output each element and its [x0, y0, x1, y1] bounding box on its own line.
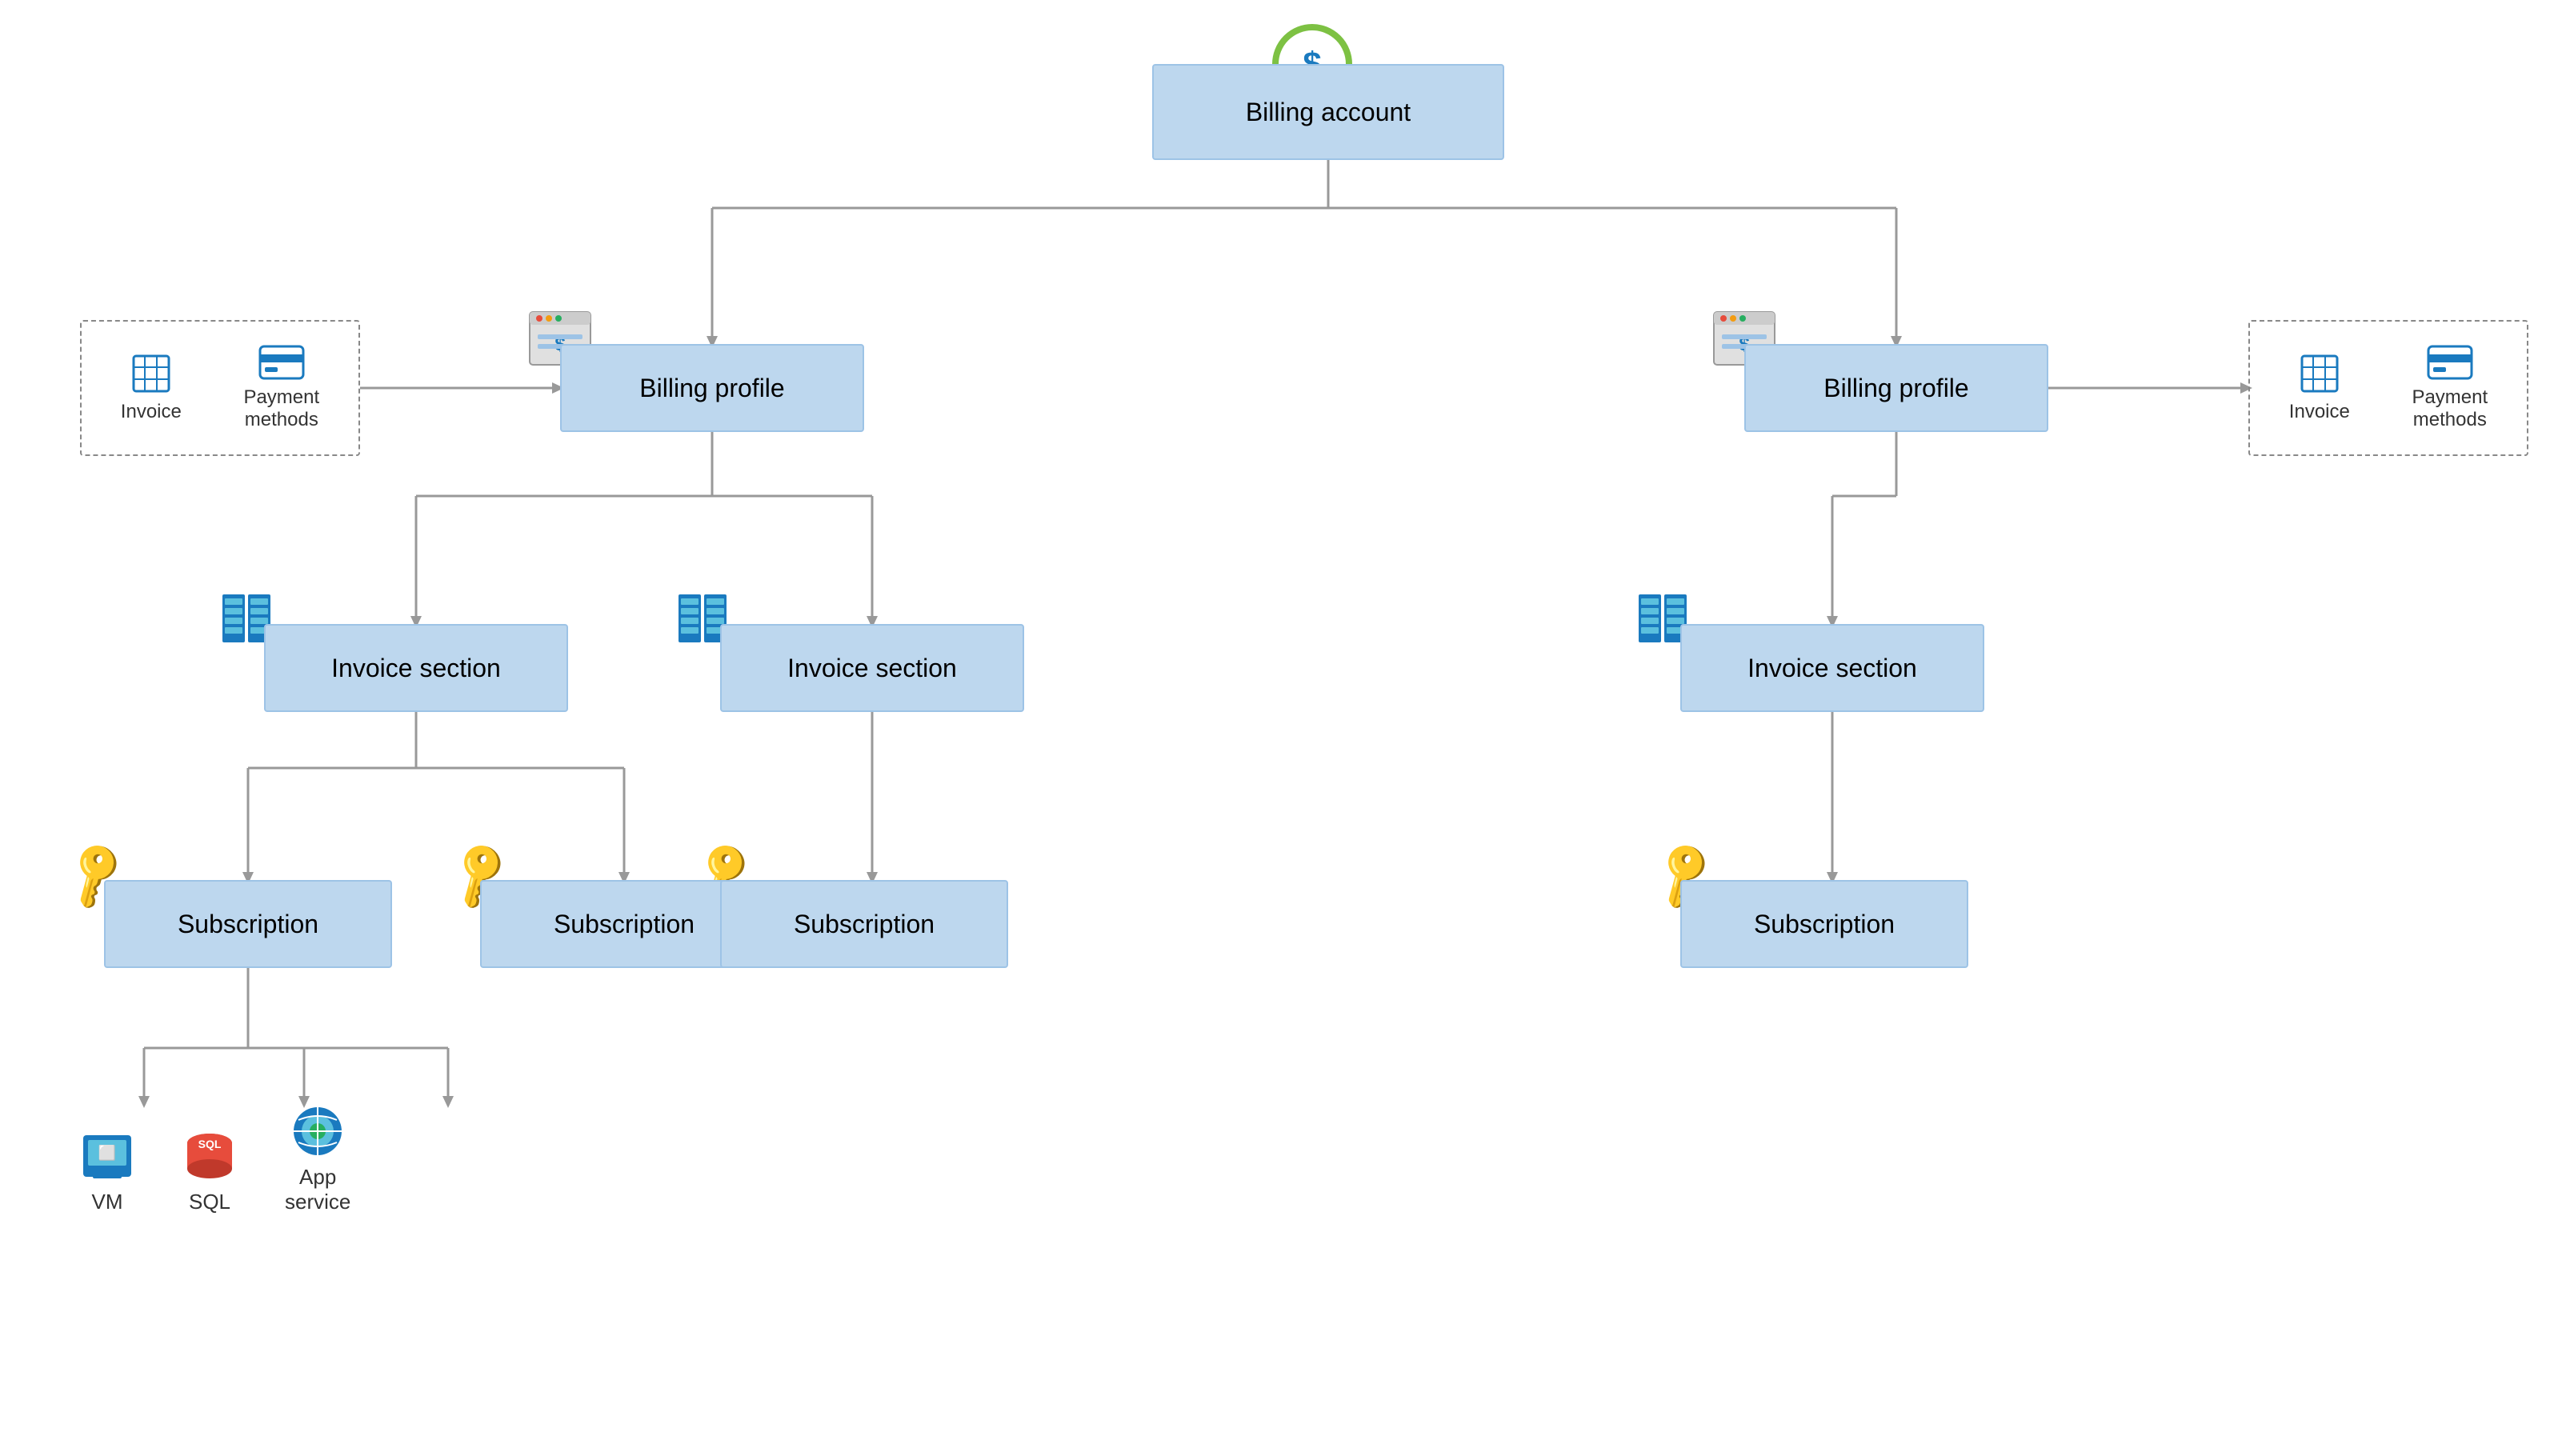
svg-text:⬜: ⬜: [98, 1144, 116, 1161]
invoice-label-right: Invoice: [2289, 401, 2350, 423]
billing-account-label: Billing account: [1246, 98, 1411, 127]
invoice-label-left: Invoice: [121, 401, 182, 423]
billing-profile-left-label: Billing profile: [639, 374, 784, 403]
invoice-item-right: Invoice: [2289, 353, 2350, 423]
invoice-section-3-node: Invoice section: [1680, 624, 1984, 712]
vm-label: VM: [92, 1190, 123, 1214]
app-service-resource: Appservice: [285, 1104, 350, 1214]
invoice-section-2-node: Invoice section: [720, 624, 1024, 712]
dashed-box-left: Invoice Paymentmethods: [80, 320, 360, 456]
subscription-3-label: Subscription: [794, 910, 935, 939]
billing-profile-right-label: Billing profile: [1823, 374, 1968, 403]
payment-item-right: Paymentmethods: [2412, 345, 2488, 431]
invoice-section-1-label: Invoice section: [331, 654, 501, 683]
resource-icons-group: ⬜ VM SQL SQL: [80, 1104, 350, 1214]
sql-label: SQL: [189, 1190, 230, 1214]
vm-resource: ⬜ VM: [80, 1129, 134, 1214]
invoice-section-3-label: Invoice section: [1747, 654, 1917, 683]
payment-item-left: Paymentmethods: [243, 345, 319, 431]
subscription-2-label: Subscription: [554, 910, 695, 939]
billing-account-node: Billing account: [1152, 64, 1504, 160]
subscription-1-label: Subscription: [178, 910, 318, 939]
subscription-1-node: Subscription: [104, 880, 392, 968]
subscription-3-node: Subscription: [720, 880, 1008, 968]
billing-profile-left-node: Billing profile: [560, 344, 864, 432]
billing-profile-right-node: Billing profile: [1744, 344, 2048, 432]
sql-resource: SQL SQL: [182, 1129, 237, 1214]
connectors-svg: [0, 0, 2570, 1456]
dashed-box-right: Invoice Paymentmethods: [2248, 320, 2528, 456]
invoice-item-left: Invoice: [121, 353, 182, 423]
invoice-section-1-node: Invoice section: [264, 624, 568, 712]
subscription-4-node: Subscription: [1680, 880, 1968, 968]
invoice-section-2-label: Invoice section: [787, 654, 957, 683]
app-service-label: Appservice: [285, 1165, 350, 1214]
svg-text:SQL: SQL: [198, 1138, 222, 1150]
subscription-4-label: Subscription: [1754, 910, 1895, 939]
payment-label-right: Paymentmethods: [2412, 386, 2488, 431]
payment-label-left: Paymentmethods: [243, 386, 319, 431]
diagram: Billing account $ Billing profile $: [0, 0, 2570, 1456]
